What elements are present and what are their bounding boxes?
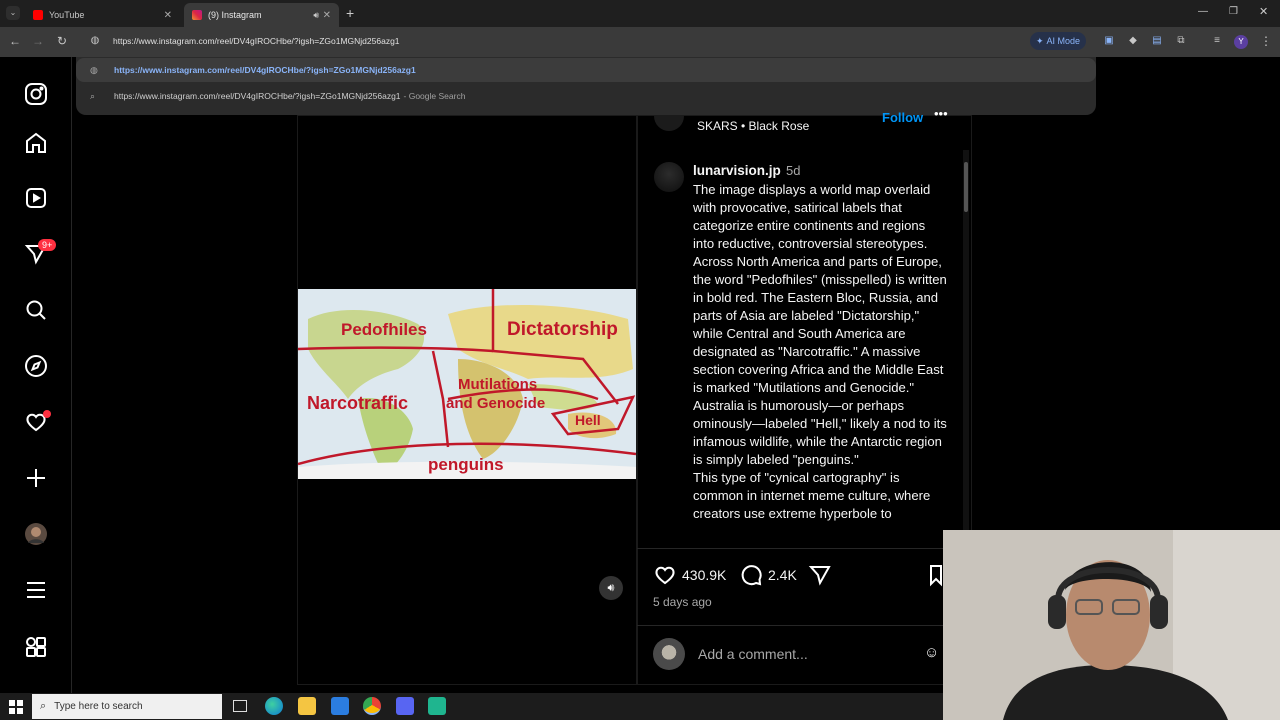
profile-avatar[interactable]: Y xyxy=(1234,35,1248,49)
close-tab-icon[interactable]: ✕ xyxy=(164,10,172,21)
suggestion-text: https://www.instagram.com/reel/DV4gIROCH… xyxy=(114,65,416,75)
suggestion-url[interactable]: ◍ https://www.instagram.com/reel/DV4gIRO… xyxy=(76,58,1096,82)
extension-diamond-icon[interactable]: ◆ xyxy=(1125,35,1141,46)
tab-youtube[interactable]: YouTube ✕ xyxy=(25,3,180,27)
user-avatar xyxy=(653,638,685,670)
youtube-icon xyxy=(33,10,43,20)
map-label-penguins: penguins xyxy=(428,455,504,474)
reels-icon[interactable] xyxy=(24,186,48,210)
suggestion-suffix: - Google Search xyxy=(403,91,466,101)
comments-count[interactable]: 2.4K xyxy=(768,567,797,583)
suggestion-search[interactable]: ⌕ https://www.instagram.com/reel/DV4gIRO… xyxy=(76,84,1096,108)
follow-button[interactable]: Follow xyxy=(882,110,923,125)
app-icon[interactable] xyxy=(428,697,446,715)
search-icon[interactable] xyxy=(24,298,48,322)
ai-mode-label: AI Mode xyxy=(1046,36,1081,46)
share-icon[interactable] xyxy=(808,563,832,587)
instagram-logo-icon[interactable] xyxy=(24,82,48,106)
map-label-genocide: and Genocide xyxy=(446,395,545,412)
suggestion-text: https://www.instagram.com/reel/DV4gIROCH… xyxy=(114,91,401,101)
browser-tab-bar: ⌄ YouTube ✕ (9) Instagram 🔊︎ ✕ + — ❐ ✕ xyxy=(0,0,1280,27)
globe-icon: ◍ xyxy=(90,64,98,75)
taskbar-search-input[interactable]: ⌕ Type here to search xyxy=(32,694,222,719)
post-age: 5 days ago xyxy=(653,595,712,609)
map-label-mutilations: Mutilations xyxy=(458,376,537,393)
caption-scroll-thumb[interactable] xyxy=(964,162,968,212)
back-icon[interactable]: ← xyxy=(7,34,23,48)
likes-count[interactable]: 430.9K xyxy=(682,567,726,583)
chrome-icon[interactable] xyxy=(363,697,381,715)
profile-avatar-icon[interactable] xyxy=(24,522,48,546)
like-heart-icon[interactable] xyxy=(653,563,677,587)
emoji-icon[interactable]: ☺ xyxy=(924,644,939,661)
instagram-icon xyxy=(192,10,202,20)
caption-username[interactable]: lunarvision.jp xyxy=(693,163,781,178)
tab-instagram[interactable]: (9) Instagram 🔊︎ ✕ xyxy=(184,3,339,27)
new-tab-button[interactable]: + xyxy=(346,5,354,21)
comment-icon[interactable] xyxy=(739,563,763,587)
reload-icon[interactable]: ↻ xyxy=(54,34,70,48)
maximize-button[interactable]: ❐ xyxy=(1229,6,1238,17)
tab-search-button[interactable]: ⌄ xyxy=(6,6,20,20)
edge-icon[interactable] xyxy=(265,697,283,715)
caption-text: The image displays a world map overlaid … xyxy=(693,182,947,521)
world-map-image: Pedofhiles Dictatorship Narcotraffic Mut… xyxy=(298,289,636,479)
close-window-button[interactable]: ✕ xyxy=(1259,5,1268,18)
taskbar-search-placeholder: Type here to search xyxy=(54,701,143,712)
file-explorer-icon[interactable] xyxy=(298,697,316,715)
menu-kebab-icon[interactable]: ⋮ xyxy=(1258,34,1274,48)
minimize-button[interactable]: — xyxy=(1198,6,1208,17)
caption-timestamp: 5d xyxy=(786,163,801,178)
save-bookmark-icon[interactable] xyxy=(930,563,942,587)
store-icon[interactable] xyxy=(331,697,349,715)
more-menu-icon[interactable] xyxy=(24,578,48,602)
map-label-pedofhiles: Pedofhiles xyxy=(341,320,427,339)
caption-author-avatar[interactable] xyxy=(654,162,684,192)
task-view-icon[interactable] xyxy=(233,700,247,712)
tab-audio-icon[interactable]: 🔊︎ xyxy=(313,10,319,21)
translate-icon[interactable]: ▣ xyxy=(1101,35,1117,46)
notifications-badge: 9+ xyxy=(38,239,57,251)
start-windows-icon[interactable] xyxy=(9,700,23,714)
media-controls-icon[interactable]: ≡ xyxy=(1209,35,1225,46)
webcam-overlay xyxy=(943,530,1280,720)
explore-icon[interactable] xyxy=(24,354,48,378)
comment-input[interactable]: Add a comment... xyxy=(698,646,808,662)
search-icon: ⌕ xyxy=(90,90,96,101)
forward-icon[interactable]: → xyxy=(30,34,46,48)
discord-icon[interactable] xyxy=(396,697,414,715)
url-input[interactable]: https://www.instagram.com/reel/DV4gIROCH… xyxy=(113,36,400,46)
tab-youtube-title: YouTube xyxy=(49,10,85,20)
search-icon: ⌕ xyxy=(40,700,47,712)
create-icon[interactable] xyxy=(24,466,48,490)
map-label-dictatorship: Dictatorship xyxy=(507,319,618,340)
tab-instagram-title: (9) Instagram xyxy=(208,10,262,20)
more-options-icon[interactable]: ••• xyxy=(934,106,948,121)
extensions-puzzle-icon[interactable]: ⧉ xyxy=(1173,35,1189,46)
close-tab-icon[interactable]: ✕ xyxy=(323,10,331,21)
ai-mode-button[interactable]: ✦ AI Mode xyxy=(1030,32,1087,50)
map-label-hell: Hell xyxy=(575,412,601,428)
audio-track-link[interactable]: SKARS • Black Rose xyxy=(697,119,809,133)
map-label-narcotraffic: Narcotraffic xyxy=(307,393,408,413)
sparkle-search-icon: ✦ xyxy=(1036,35,1044,46)
unmute-speaker-icon[interactable]: 🔊︎ xyxy=(599,576,623,600)
notification-dot xyxy=(43,410,51,418)
extension-icon[interactable]: ▤ xyxy=(1149,35,1165,46)
home-icon[interactable] xyxy=(24,131,48,155)
also-from-meta-icon[interactable] xyxy=(24,635,48,659)
